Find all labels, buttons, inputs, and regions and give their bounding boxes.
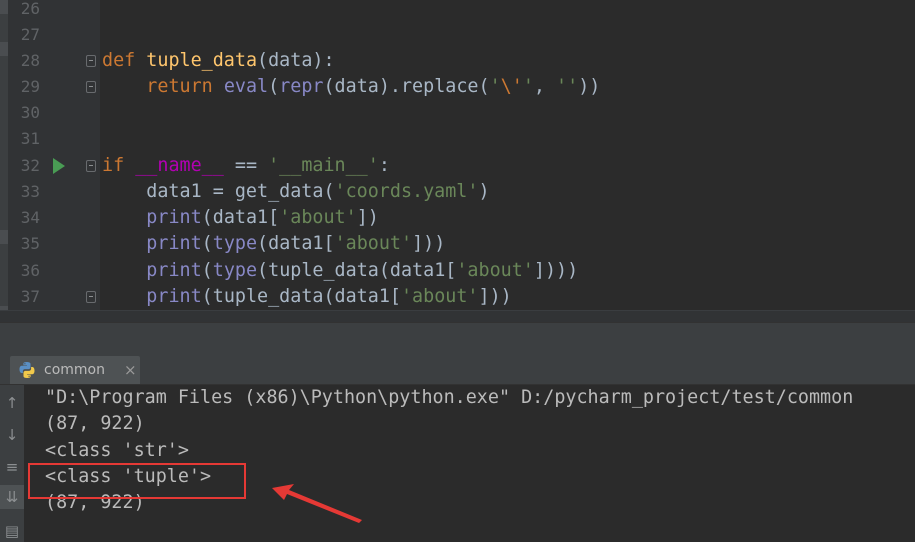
console-command-line: "D:\Program Files (x86)\Python\python.ex… — [45, 387, 854, 408]
fold-end-icon[interactable] — [86, 81, 96, 93]
code-line: 28 def tuple_data(data): — [0, 48, 915, 74]
annotation-highlight-box — [28, 463, 246, 499]
code-line: 37 print(tuple_data(data1['about'])) — [0, 284, 915, 310]
code-text: print(tuple_data(data1['about'])) — [146, 286, 512, 307]
code-text: def tuple_data(data): — [102, 50, 335, 71]
scroll-to-end-icon[interactable]: ⇊ — [0, 485, 24, 509]
line-number: 34 — [20, 208, 40, 227]
code-text: print(type(data1['about'])) — [146, 233, 446, 254]
line-number: 30 — [20, 103, 40, 122]
print-icon[interactable]: ▤ — [0, 519, 24, 542]
code-line: 31 — [0, 126, 915, 152]
scroll-down-icon[interactable]: ↓ — [0, 423, 24, 447]
code-editor[interactable]: 26 27 28 def tuple_data(data): 29 return… — [0, 0, 915, 322]
rerun-up-icon[interactable]: ↑ — [0, 391, 24, 415]
line-number: 32 — [20, 156, 40, 175]
code-text: data1 = get_data('coords.yaml') — [102, 181, 490, 202]
panel-splitter[interactable] — [0, 322, 915, 355]
run-tab-label: common — [44, 362, 105, 378]
close-icon[interactable]: × — [124, 356, 137, 384]
line-number: 29 — [20, 77, 40, 96]
line-number: 31 — [20, 129, 40, 148]
fold-end-icon[interactable] — [86, 291, 96, 303]
line-number: 26 — [20, 0, 40, 18]
code-line: 27 — [0, 22, 915, 48]
code-line: 32 if __name__ == '__main__': — [0, 153, 915, 179]
fold-marker-icon[interactable] — [86, 55, 96, 67]
code-text: print(data1['about']) — [146, 207, 379, 228]
line-number: 35 — [20, 234, 40, 253]
python-icon — [19, 362, 35, 378]
line-number: 33 — [20, 182, 40, 201]
run-console[interactable]: ↑ ↓ ≡ ⇊ ▤ "D:\Program Files (x86)\Python… — [0, 385, 915, 542]
run-icon[interactable] — [53, 158, 65, 174]
console-output-line: <class 'str'> — [45, 440, 189, 461]
annotation-arrow — [272, 484, 362, 523]
line-number: 28 — [20, 51, 40, 70]
line-number: 27 — [20, 25, 40, 44]
line-number: 37 — [20, 287, 40, 306]
code-line: 36 print(type(tuple_data(data1['about'])… — [0, 258, 915, 284]
run-tab-common[interactable]: common × — [10, 356, 140, 384]
code-text: if __name__ == '__main__': — [102, 155, 390, 176]
code-line: 30 — [0, 100, 915, 126]
code-line: 26 — [0, 0, 915, 22]
fold-marker-icon[interactable] — [86, 160, 96, 172]
code-text: return eval(repr(data).replace('\'', '')… — [146, 76, 601, 97]
console-toolbar: ↑ ↓ ≡ ⇊ ▤ — [0, 385, 24, 542]
console-output-line: (87, 922) — [45, 413, 145, 434]
editor-bottom-edge — [0, 310, 915, 322]
code-line: 35 print(type(data1['about'])) — [0, 231, 915, 257]
code-text: print(type(tuple_data(data1['about']))) — [146, 260, 579, 281]
line-number: 36 — [20, 261, 40, 280]
code-line: 34 print(data1['about']) — [0, 205, 915, 231]
run-tool-window-header: common × — [0, 354, 915, 385]
soft-wrap-icon[interactable]: ≡ — [0, 455, 24, 479]
code-line: 29 return eval(repr(data).replace('\'', … — [0, 74, 915, 100]
code-line: 33 data1 = get_data('coords.yaml') — [0, 179, 915, 205]
